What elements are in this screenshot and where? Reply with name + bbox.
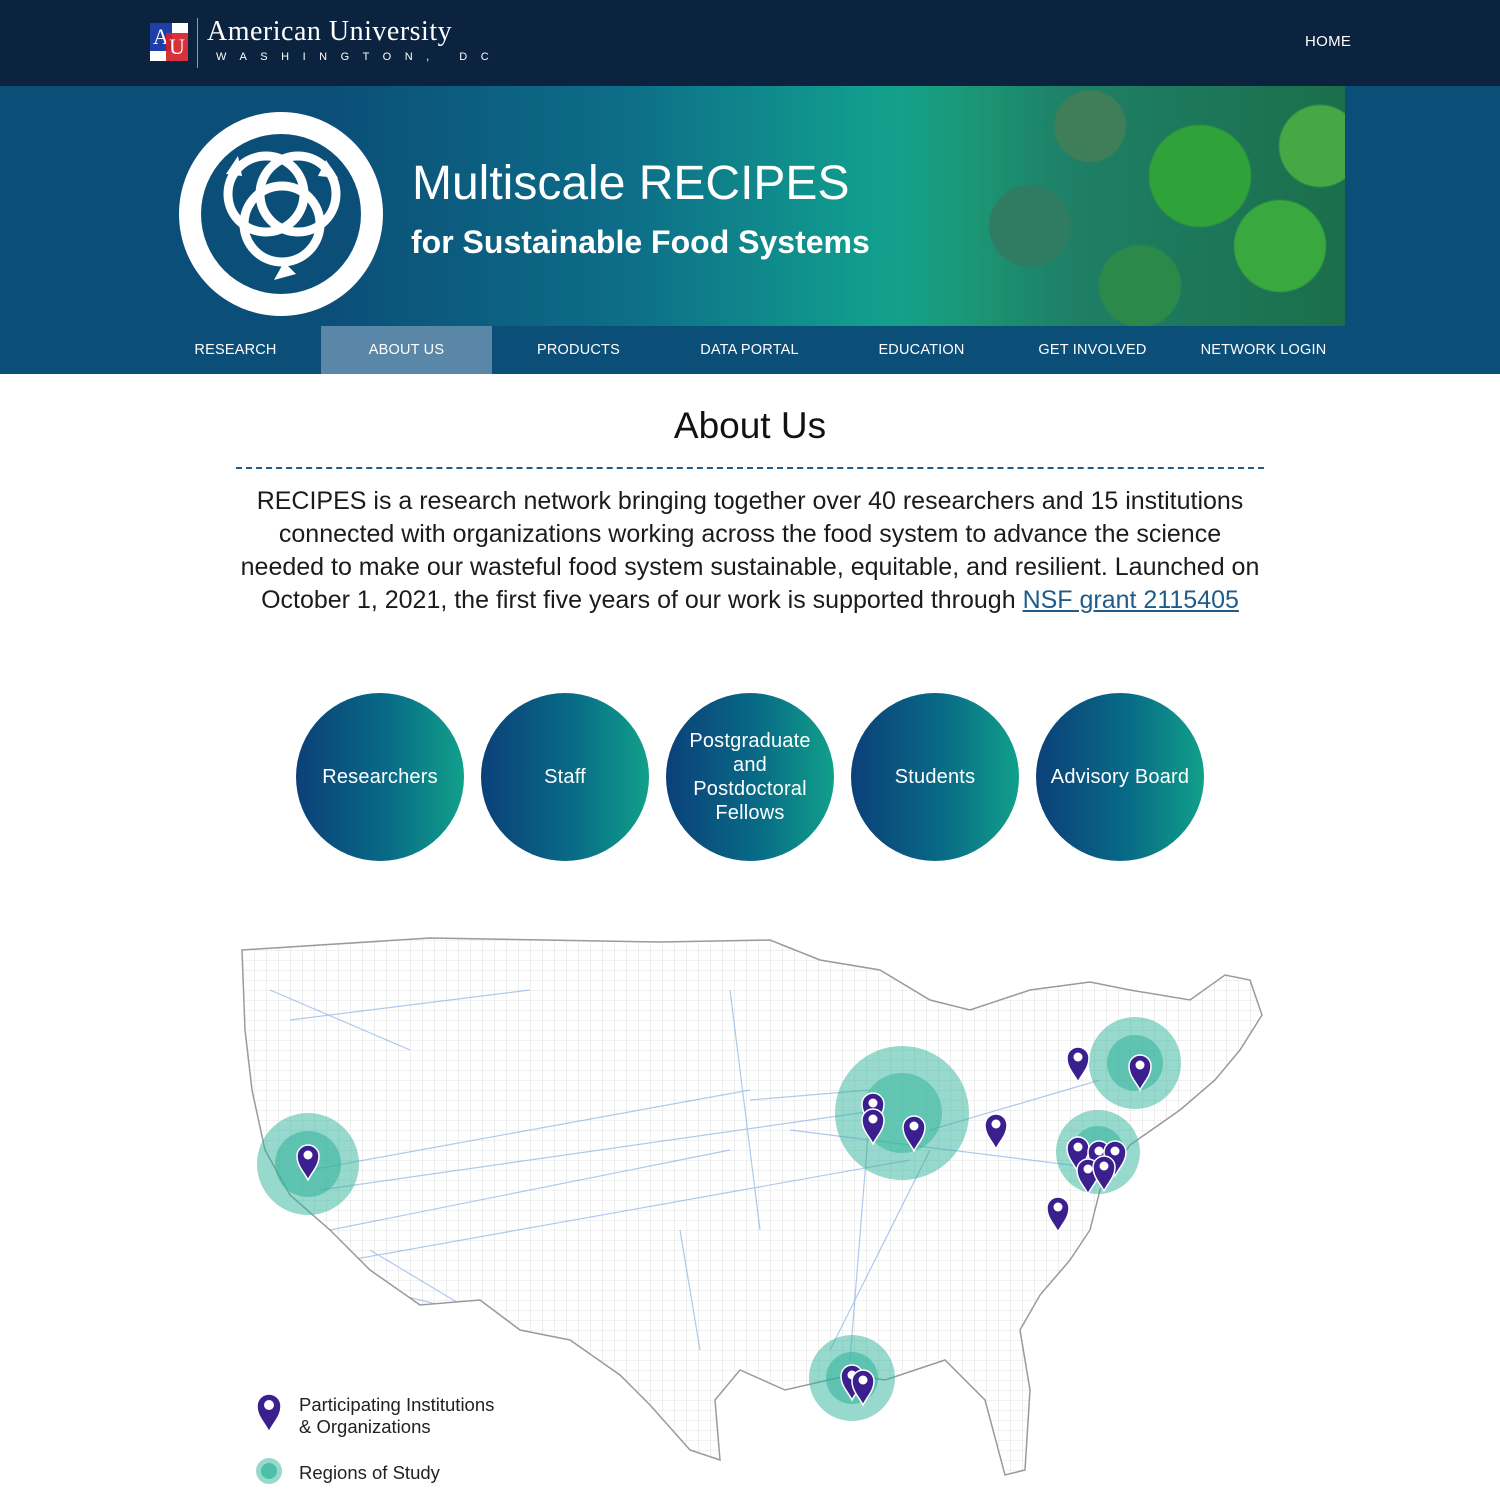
site-subtitle: for Sustainable Food Systems bbox=[411, 224, 870, 260]
legend-region-icon bbox=[256, 1458, 282, 1484]
legend-institutions-label: Participating Institutions & Organization… bbox=[299, 1394, 495, 1437]
nav-get-involved[interactable]: GET INVOLVED bbox=[1007, 326, 1178, 374]
top-bar: A U American University WASHINGTON, DC H… bbox=[0, 0, 1500, 86]
legend-pin-icon bbox=[256, 1393, 282, 1434]
group-advisory-board-button[interactable]: Advisory Board bbox=[1036, 693, 1204, 861]
nav-data-portal[interactable]: DATA PORTAL bbox=[664, 326, 835, 374]
title-divider bbox=[236, 467, 1264, 469]
university-logo-icon[interactable]: A U bbox=[150, 23, 188, 61]
site-title: Multiscale RECIPES bbox=[412, 157, 850, 210]
nav-network-login[interactable]: NETWORK LOGIN bbox=[1178, 326, 1349, 374]
recipes-logo-icon[interactable] bbox=[176, 112, 386, 316]
nav-about-us[interactable]: ABOUT US bbox=[321, 326, 492, 374]
university-name[interactable]: American University bbox=[207, 16, 452, 48]
group-staff-button[interactable]: Staff bbox=[481, 693, 649, 861]
nav-research[interactable]: RESEARCH bbox=[150, 326, 321, 374]
nav-education[interactable]: EDUCATION bbox=[836, 326, 1007, 374]
banner-edge bbox=[1345, 86, 1500, 326]
main-nav: RESEARCH ABOUT US PRODUCTS DATA PORTAL E… bbox=[0, 326, 1500, 374]
group-researchers-button[interactable]: Researchers bbox=[296, 693, 464, 861]
home-link[interactable]: HOME bbox=[1305, 33, 1351, 50]
legend-regions-label: Regions of Study bbox=[299, 1462, 440, 1483]
vegetables-photo bbox=[900, 86, 1345, 326]
university-city: WASHINGTON, DC bbox=[216, 51, 503, 63]
page-title: About Us bbox=[673, 405, 827, 446]
nav-products[interactable]: PRODUCTS bbox=[493, 326, 664, 374]
logo-divider bbox=[197, 18, 198, 68]
intro-paragraph: RECIPES is a research network bringing t… bbox=[240, 485, 1260, 617]
group-students-button[interactable]: Students bbox=[851, 693, 1019, 861]
site-banner: Multiscale RECIPES for Sustainable Food … bbox=[0, 86, 1500, 326]
group-fellows-button[interactable]: Postgraduate and Postdoctoral Fellows bbox=[666, 693, 834, 861]
nsf-grant-link[interactable]: NSF grant 2115405 bbox=[1023, 586, 1239, 614]
